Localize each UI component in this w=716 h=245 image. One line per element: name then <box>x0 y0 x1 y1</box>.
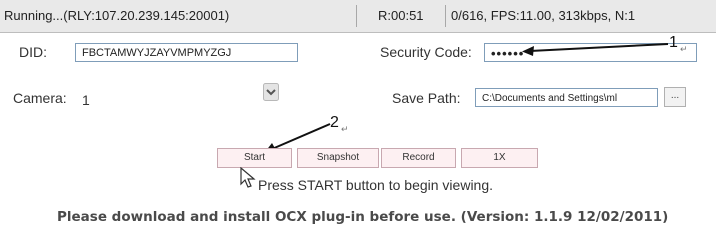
start-button[interactable]: Start <box>217 148 292 168</box>
mouse-cursor-icon <box>240 167 256 188</box>
ocx-plugin-notice: Please download and install OCX plug-in … <box>57 209 669 225</box>
annotation-number-1: 1 <box>669 34 678 51</box>
status-bar: Running...(RLY:107.20.239.145:20001) R:0… <box>0 0 716 33</box>
status-divider <box>356 5 357 27</box>
status-divider <box>445 5 446 27</box>
connection-status: Running...(RLY:107.20.239.145:20001) <box>4 8 230 23</box>
annotation-arrow-icon <box>522 43 669 56</box>
save-path-field[interactable]: C:\Documents and Settings\ml <box>475 88 658 107</box>
annotation-return-mark: ↵ <box>680 44 688 54</box>
camera-dropdown-button[interactable] <box>263 83 279 101</box>
browse-button[interactable]: ... <box>664 87 686 107</box>
start-hint-text: Press START button to begin viewing. <box>258 177 494 193</box>
annotation-number-2: 2 <box>330 114 339 131</box>
did-field[interactable]: FBCTAMWYJZAYVMPMYZGJ <box>75 43 298 62</box>
snapshot-button[interactable]: Snapshot <box>297 148 379 168</box>
did-label: DID: <box>19 44 47 60</box>
save-path-label: Save Path: <box>392 90 461 106</box>
stream-stats: 0/616, FPS:11.00, 313kbps, N:1 <box>451 8 636 23</box>
annotation-return-mark: ↵ <box>341 124 349 134</box>
camera-label: Camera: <box>13 90 67 106</box>
security-code-label: Security Code: <box>380 44 472 60</box>
record-button[interactable]: Record <box>381 148 456 168</box>
speed-button[interactable]: 1X <box>461 148 538 168</box>
dropdown-arrow-icon <box>263 83 279 101</box>
camera-select-value[interactable]: 1 <box>82 92 90 108</box>
elapsed-timer: R:00:51 <box>378 8 424 23</box>
